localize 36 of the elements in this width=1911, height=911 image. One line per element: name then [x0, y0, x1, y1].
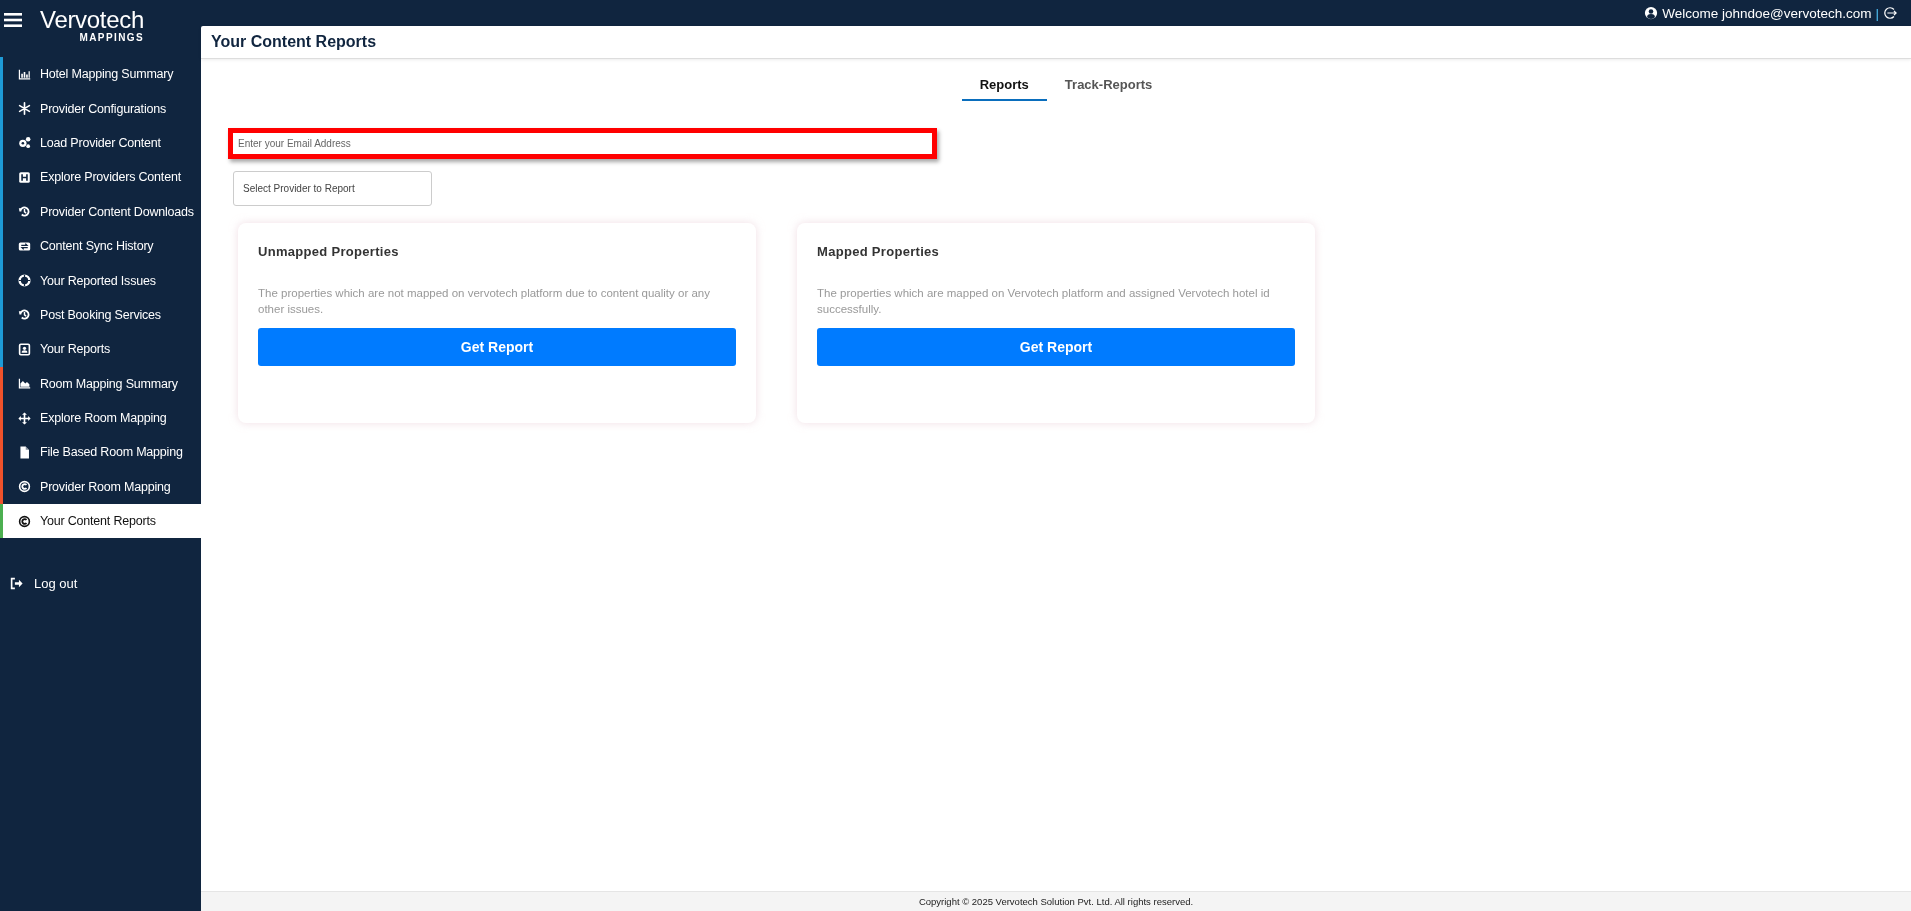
user-icon	[1644, 6, 1659, 20]
hotel-icon	[18, 170, 31, 184]
area-chart-icon	[18, 377, 31, 391]
welcome-text: Welcome johndoe@vervotech.com	[1662, 5, 1872, 21]
provider-select[interactable]: Select Provider to Report	[233, 171, 432, 206]
menu-icon[interactable]	[4, 12, 22, 28]
logo-name: Vervotech	[40, 8, 145, 32]
logout-link[interactable]: Log out	[0, 568, 201, 599]
contact-card-icon	[18, 342, 31, 356]
history-icon	[18, 308, 31, 322]
card-title: Unmapped Properties	[258, 244, 400, 259]
tab[interactable]: Track-Reports	[1046, 71, 1171, 101]
email-field[interactable]: Enter your Email Address	[228, 128, 937, 159]
bar-chart-icon	[18, 67, 31, 81]
get-report-button[interactable]: Get Report	[817, 328, 1295, 366]
card-description: The properties which are mapped on Vervotech platform and assigned Vervotech hotel id successfully.	[817, 286, 1271, 317]
copyright-circle-icon	[18, 514, 31, 528]
snowflake-icon	[18, 102, 31, 116]
logo-subtitle: MAPPINGS	[79, 33, 145, 43]
sidebar-item[interactable]: Your Content Reports	[0, 504, 201, 539]
gears-icon	[18, 136, 31, 150]
file-icon	[18, 446, 31, 459]
logout-icon[interactable]	[1883, 6, 1897, 20]
copyright-circle-icon	[18, 480, 31, 494]
card-title: Mapped Properties	[817, 244, 941, 259]
page-title: Your Content Reports	[211, 33, 377, 51]
tab[interactable]: Reports	[961, 71, 1047, 101]
history-icon	[18, 205, 31, 219]
card-description: The properties which are not mapped on vervotech platform due to content quality or any other issues.	[258, 286, 711, 317]
logout-icon	[10, 576, 23, 590]
separator: |	[1875, 5, 1879, 21]
sync-icon	[18, 239, 31, 253]
copyright-text: Copyright © 2025 Vervotech Solution Pvt. Ltd. All rights reserved.	[918, 896, 1194, 907]
lifebuoy-icon	[18, 274, 31, 288]
move-arrows-icon	[18, 411, 31, 425]
get-report-button[interactable]: Get Report	[258, 328, 736, 366]
